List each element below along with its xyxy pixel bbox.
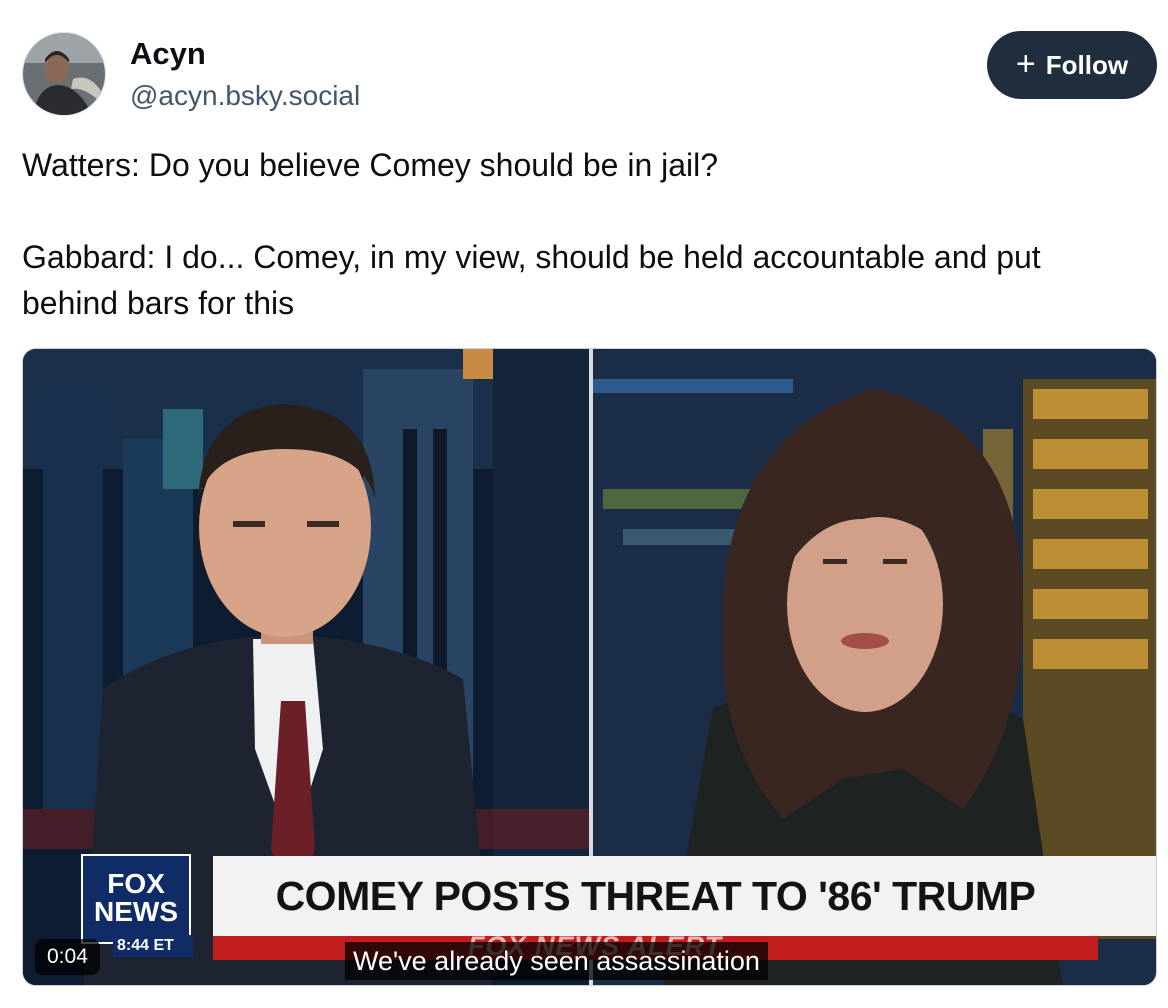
- avatar-image: [23, 33, 105, 115]
- author-name[interactable]: Acyn: [130, 36, 206, 72]
- post-header: Acyn @acyn.bsky.social + Follow: [22, 30, 1158, 120]
- video-timestamp: 0:04: [35, 939, 100, 975]
- fox-logo-line2: NEWS: [94, 896, 178, 927]
- avatar[interactable]: [22, 32, 106, 116]
- video-player[interactable]: COMEY POSTS THREAT TO '86' TRUMP FOX NEW…: [22, 348, 1157, 986]
- follow-button-label: Follow: [1045, 49, 1129, 80]
- broadcast-clock: 8:44 ET: [113, 935, 193, 957]
- fox-news-logo: FOX NEWS: [81, 854, 191, 944]
- post-text: Watters: Do you believe Comey should be …: [22, 142, 1142, 326]
- chyron-headline: COMEY POSTS THREAT TO '86' TRUMP: [275, 872, 1036, 919]
- follow-button[interactable]: + Follow: [987, 31, 1157, 99]
- post-line-question: Watters: Do you believe Comey should be …: [22, 147, 719, 183]
- post-line-answer: Gabbard: I do... Comey, in my view, shou…: [22, 239, 1041, 321]
- fox-logo-line1: FOX: [107, 868, 165, 899]
- author-handle[interactable]: @acyn.bsky.social: [130, 80, 360, 112]
- video-caption: We've already seen assassination: [345, 942, 768, 980]
- plus-icon: +: [1015, 44, 1036, 83]
